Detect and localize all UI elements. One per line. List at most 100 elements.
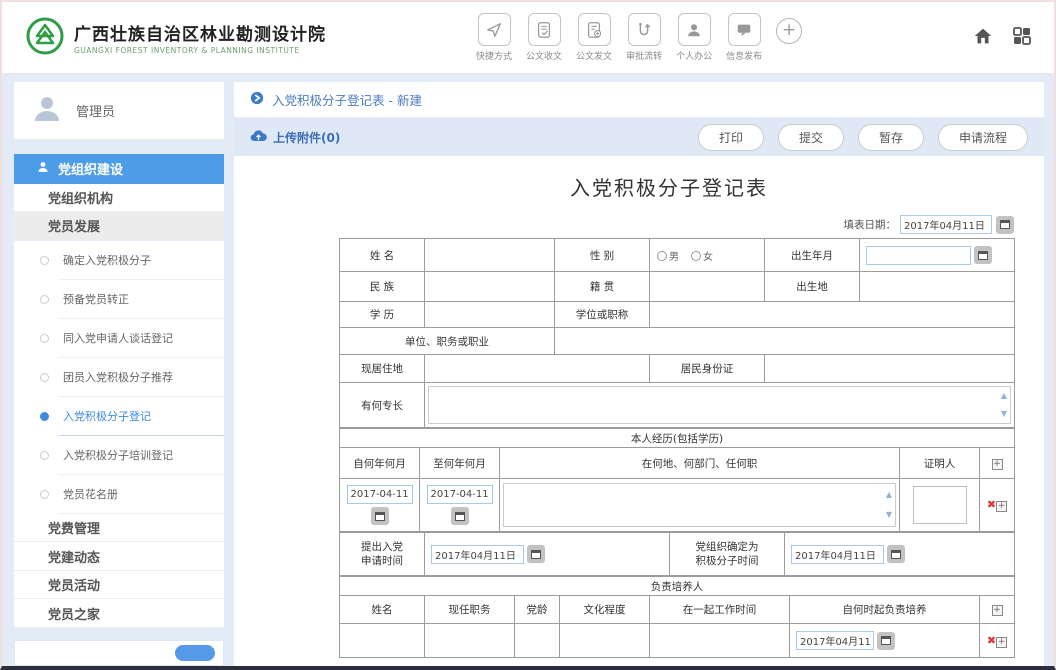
sidebar-item-party-building[interactable]: 党组织建设 bbox=[14, 154, 224, 184]
cult-name-input-cell[interactable] bbox=[340, 624, 425, 658]
exp-witness-input[interactable] bbox=[913, 486, 967, 524]
sidebar-item-member-activity[interactable]: 党员活动 bbox=[14, 571, 224, 600]
shortcut-button[interactable]: 快捷方式 bbox=[476, 13, 512, 62]
sidebar-search-box[interactable] bbox=[14, 640, 224, 666]
doc-send-button[interactable]: 公文发文 bbox=[576, 13, 612, 62]
cult-education-input-cell[interactable] bbox=[560, 624, 650, 658]
save-draft-button[interactable]: 暂存 bbox=[858, 124, 924, 151]
scroll-down-icon[interactable]: ▼ bbox=[886, 511, 892, 519]
scroll-up-icon[interactable]: ▲ bbox=[886, 491, 892, 499]
sidebar: 管理员 党组织建设 党组织机构 党员发展 bbox=[14, 82, 224, 666]
radio-dot-icon bbox=[40, 451, 49, 460]
delete-row-icon[interactable]: ✖ bbox=[987, 634, 996, 647]
degree-input-cell[interactable] bbox=[650, 302, 1015, 328]
add-row-icon[interactable]: + bbox=[992, 605, 1003, 616]
document-add-icon bbox=[578, 13, 611, 46]
unit-input-cell[interactable] bbox=[555, 328, 1015, 355]
gender-radio-group: 男 女 bbox=[653, 248, 761, 263]
search-button[interactable] bbox=[175, 645, 215, 661]
info-publish-button[interactable]: 信息发布 bbox=[726, 13, 762, 62]
sidebar-item-label: 党员活动 bbox=[48, 575, 100, 594]
exp-to-input[interactable] bbox=[427, 485, 493, 504]
name-input-cell[interactable] bbox=[425, 239, 555, 272]
form-title: 入党积极分子登记表 bbox=[294, 172, 1044, 201]
logo-title: 广西壮族自治区林业勘测设计院 bbox=[74, 20, 326, 45]
sidebar-item-party-news[interactable]: 党建动态 bbox=[14, 542, 224, 571]
native-place-input-cell[interactable] bbox=[650, 272, 765, 302]
education-input-cell[interactable] bbox=[425, 302, 555, 328]
exp-where-textarea[interactable]: ▲ ▼ bbox=[503, 483, 896, 527]
institute-logo: 广西壮族自治区林业勘测设计院 GUANGXI FOREST INVENTORY … bbox=[24, 15, 326, 61]
sidebar-group-label: 党组织建设 bbox=[58, 159, 123, 178]
calendar-icon[interactable] bbox=[996, 216, 1014, 234]
gender-male-radio[interactable]: 男 bbox=[657, 248, 679, 263]
submenu-item-activist-training[interactable]: 入党积极分子培训登记 bbox=[14, 436, 224, 475]
calendar-icon[interactable] bbox=[887, 545, 905, 563]
chat-bubble-icon bbox=[728, 13, 761, 46]
cult-worktime-input-cell[interactable] bbox=[650, 624, 790, 658]
add-app-icon[interactable]: + bbox=[776, 18, 802, 44]
personal-office-button[interactable]: 个人办公 bbox=[676, 13, 712, 62]
home-icon[interactable] bbox=[972, 25, 994, 51]
submenu-item-activist-register[interactable]: 入党积极分子登记 bbox=[14, 397, 224, 436]
add-row-icon[interactable]: + bbox=[992, 459, 1003, 470]
ethnic-input-cell[interactable] bbox=[425, 272, 555, 302]
print-button[interactable]: 打印 bbox=[698, 124, 764, 151]
confirm-time-label: 党组织确定为 积极分子时间 bbox=[670, 533, 785, 576]
submenu: 确定入党积极分子 预备党员转正 同入党申请人谈话登记 团员入党积极分子推荐 bbox=[14, 241, 224, 514]
add-row-icon[interactable]: + bbox=[996, 637, 1007, 648]
sidebar-item-member-home[interactable]: 党员之家 bbox=[14, 599, 224, 628]
exp-witness-header: 证明人 bbox=[900, 448, 980, 479]
apply-flow-button[interactable]: 申请流程 bbox=[938, 124, 1028, 151]
apply-time-input[interactable] bbox=[431, 545, 524, 564]
calendar-icon[interactable] bbox=[877, 632, 895, 650]
upload-attachment-button[interactable]: 上传附件(0) bbox=[250, 129, 340, 146]
user-name: 管理员 bbox=[76, 101, 115, 120]
submenu-item-applicant-talk[interactable]: 同入党申请人谈话登记 bbox=[14, 319, 224, 358]
submenu-label: 入党积极分子培训登记 bbox=[63, 447, 173, 463]
sidebar-item-member-development[interactable]: 党员发展 bbox=[14, 212, 224, 241]
sidebar-item-party-fee[interactable]: 党费管理 bbox=[14, 514, 224, 543]
id-card-label: 居民身份证 bbox=[650, 355, 765, 383]
doc-receive-button[interactable]: 公文收文 bbox=[526, 13, 562, 62]
cult-party-age-header: 党龄 bbox=[515, 596, 560, 624]
delete-row-icon[interactable]: ✖ bbox=[987, 498, 996, 511]
calendar-icon[interactable] bbox=[371, 507, 389, 525]
radio-dot-icon bbox=[40, 490, 49, 499]
top-header: 广西壮族自治区林业勘测设计院 GUANGXI FOREST INVENTORY … bbox=[2, 2, 1054, 74]
submit-button[interactable]: 提交 bbox=[778, 124, 844, 151]
apps-grid-icon[interactable] bbox=[1012, 26, 1032, 50]
specialty-textarea[interactable]: ▲ ▼ bbox=[428, 386, 1011, 424]
gender-female-radio[interactable]: 女 bbox=[691, 248, 713, 263]
submenu-item-league-recommend[interactable]: 团员入党积极分子推荐 bbox=[14, 358, 224, 397]
submenu-item-member-roster[interactable]: 党员花名册 bbox=[14, 475, 224, 514]
confirm-time-input[interactable] bbox=[791, 545, 884, 564]
logo-tree-icon bbox=[24, 15, 66, 61]
cult-party-age-input-cell[interactable] bbox=[515, 624, 560, 658]
calendar-icon[interactable] bbox=[527, 545, 545, 563]
birth-date-input[interactable] bbox=[866, 246, 971, 265]
residence-input-cell[interactable] bbox=[425, 355, 650, 383]
fill-date-input[interactable] bbox=[900, 215, 992, 234]
cult-position-header: 现任职务 bbox=[425, 596, 515, 624]
submenu-item-determine-activist[interactable]: 确定入党积极分子 bbox=[14, 241, 224, 280]
user-card: 管理员 bbox=[14, 82, 224, 140]
calendar-icon[interactable] bbox=[451, 507, 469, 525]
scroll-down-icon[interactable]: ▼ bbox=[1001, 410, 1007, 418]
approval-flow-button[interactable]: 审批流转 bbox=[626, 13, 662, 62]
birth-place-input-cell[interactable] bbox=[860, 272, 1015, 302]
sidebar-item-party-org[interactable]: 党组织机构 bbox=[14, 184, 224, 213]
doc-send-label: 公文发文 bbox=[576, 49, 612, 62]
exp-from-input[interactable] bbox=[347, 485, 413, 504]
submenu-item-probation-confirm[interactable]: 预备党员转正 bbox=[14, 280, 224, 319]
calendar-icon[interactable] bbox=[974, 246, 992, 264]
unit-label: 单位、职务或职业 bbox=[340, 328, 555, 355]
birth-place-label: 出生地 bbox=[765, 272, 860, 302]
sidebar-nav: 党组织建设 党组织机构 党员发展 确定入党积极分子 预备党员转正 bbox=[14, 154, 224, 628]
cult-position-input-cell[interactable] bbox=[425, 624, 515, 658]
basic-info-table: 姓 名 性 别 男 女 出生年月 bbox=[339, 238, 1015, 428]
scroll-up-icon[interactable]: ▲ bbox=[1001, 392, 1007, 400]
id-card-input-cell[interactable] bbox=[765, 355, 1015, 383]
add-row-icon[interactable]: + bbox=[996, 501, 1007, 512]
cult-since-input[interactable] bbox=[796, 631, 874, 650]
